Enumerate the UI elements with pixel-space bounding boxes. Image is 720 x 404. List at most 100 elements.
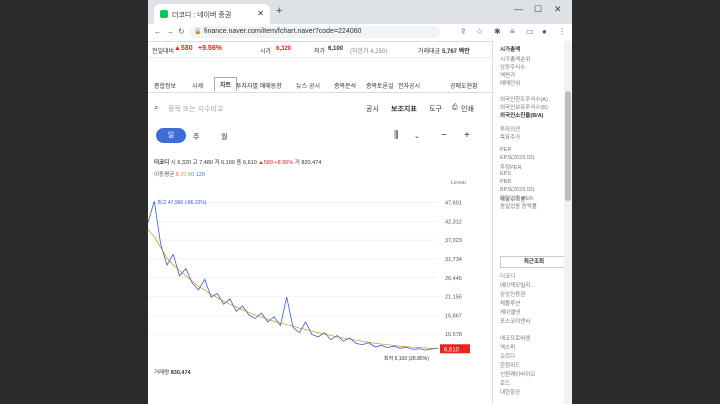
moving-average-legend: 이동평균 5 20 60 120 — [154, 170, 205, 178]
period-selector: 일 주 월 ⫼ ⌄ − + — [148, 127, 492, 145]
maximize-icon[interactable]: ☐ — [534, 4, 542, 15]
url-field[interactable]: 🔒 finance.naver.com/item/fchart.naver?co… — [190, 26, 440, 38]
volume-label: 거래량 830,474 — [154, 368, 191, 376]
y-tick-label: 15,867 — [445, 313, 462, 319]
print-icon[interactable]: ⎙ — [452, 104, 458, 112]
per-row: PBR — [500, 179, 512, 185]
y-tick-label: 37,023 — [445, 238, 462, 244]
extensions-icon[interactable]: ✱ — [494, 27, 501, 36]
open-v: 6,320 — [177, 160, 192, 166]
stock-summary: 전일대비 ▲580 +9.56% 시가 6,320 저가 6,100 (하한가 … — [148, 41, 492, 58]
address-bar: ← → ↻ 🔒 finance.naver.com/item/fchart.na… — [148, 24, 572, 42]
recent-item: 오르다 — [500, 354, 516, 360]
info-row: 매매단위 — [500, 81, 521, 87]
volume-value: 830,474 — [170, 370, 191, 376]
back-icon[interactable]: ← — [154, 27, 162, 36]
per-row: EPS(2023.03) — [500, 155, 535, 161]
notice-button[interactable]: 공시 — [366, 104, 379, 114]
tab-2[interactable]: 차트 — [214, 77, 238, 91]
open-value: 6,320 — [276, 46, 292, 52]
sector-row: 동일업종 등락률 — [500, 204, 537, 210]
print-button[interactable]: 인쇄 — [461, 104, 474, 114]
tab-bar: 더코디 : 네이버 증권 ✕ + — ☐ ✕ — [148, 0, 572, 24]
change-percent: +9.56% — [198, 45, 222, 52]
change-value: ▲580 — [174, 45, 193, 52]
tab-5[interactable]: 종목분석 — [334, 81, 356, 90]
search-icon[interactable]: ⌕ — [154, 103, 158, 113]
menu-list-icon[interactable]: ≡ — [510, 27, 515, 36]
url-text: finance.naver.com/item/fchart.naver?code… — [204, 28, 362, 35]
compare-search-input[interactable]: 종목 또는 지수비교 — [168, 104, 223, 114]
new-tab-button[interactable]: + — [276, 5, 282, 17]
ohlc-info: 더코디 시 6,320 고 7,480 저 6,100 종 6,610 ▲580… — [154, 158, 321, 166]
price-chart[interactable]: 47,601 42,312 37,023 31,734 26,445 21,156 15,8… — [148, 186, 492, 366]
tab-0[interactable]: 종합정보 — [154, 81, 176, 90]
close-window-icon[interactable]: ✕ — [554, 4, 562, 15]
tab-7[interactable]: 전자공시 — [398, 81, 420, 90]
low-v: 6,100 — [221, 160, 235, 166]
high-v: 7,480 — [199, 160, 213, 166]
reload-icon[interactable]: ↻ — [178, 27, 185, 36]
close-v: 6,610 — [242, 160, 257, 166]
recent-item: 케이엘넷 — [500, 310, 521, 316]
close-tab-icon[interactable]: ✕ — [257, 9, 264, 18]
y-tick-label: 42,312 — [445, 219, 462, 225]
volume-title: 거래량 — [154, 370, 170, 376]
close-l: 종 — [236, 160, 242, 166]
invest-row: 목표주가 — [500, 135, 521, 141]
open-l: 시 — [170, 160, 176, 166]
recent-item: 더코디 — [500, 274, 516, 280]
share-icon[interactable]: ⇪ — [460, 27, 467, 36]
stock-name: 더코디 — [154, 160, 170, 166]
per-row: BPS(2023.03) — [500, 187, 535, 193]
tab-6[interactable]: 종목토론실 — [366, 81, 394, 90]
tab-3[interactable]: 투자자별 매매동향 — [236, 81, 282, 90]
zoom-out-icon[interactable]: − — [441, 130, 447, 141]
candle-chart-icon[interactable]: ⫼ — [394, 130, 399, 141]
scrollbar-thumb[interactable] — [565, 91, 571, 201]
recent-item: 신원케이바이오 — [500, 372, 536, 378]
recent-item: 에코프로비엠 — [500, 336, 531, 342]
recent-item: 대한항공 — [500, 390, 521, 396]
period-week-button[interactable]: 주 — [193, 132, 199, 142]
scrollbar[interactable] — [564, 41, 572, 404]
zoom-in-icon[interactable]: + — [464, 130, 470, 141]
per-row: EPS — [500, 171, 512, 177]
recent-item: 상상인증권 — [500, 292, 526, 298]
forward-icon[interactable]: → — [166, 27, 174, 36]
recent-item: 체볼루션 — [500, 301, 521, 307]
y-tick-label: 31,734 — [445, 257, 462, 263]
tab-8[interactable]: 공매도현황 — [450, 81, 478, 90]
foreign-row: 외국인한도주식수(A) — [500, 97, 548, 103]
period-day-button[interactable]: 일 — [156, 128, 186, 143]
tool-button[interactable]: 도구 — [429, 104, 442, 114]
vol-l: 거 — [294, 160, 300, 166]
profile-avatar-icon[interactable]: ● — [542, 27, 547, 36]
period-month-button[interactable]: 월 — [221, 132, 227, 142]
tab-1[interactable]: 시세 — [192, 81, 203, 90]
recent-item: 로드 — [500, 381, 511, 387]
low-label: 저가 — [314, 49, 326, 55]
info-row: 시가총액순위 — [500, 57, 531, 63]
chart-toolbar: ⌕ 종목 또는 지수비교 공시 보조지표 도구 ⎙ 인쇄 — [148, 96, 492, 120]
max-label: 최고 47,966 (-86.22%) — [157, 199, 207, 206]
high-l: 고 — [192, 160, 198, 166]
ma-5: 5 — [175, 172, 179, 178]
kebab-menu-icon[interactable]: ⋮ — [558, 27, 566, 36]
chevron-down-icon[interactable]: ⌄ — [414, 132, 420, 140]
tab-4[interactable]: 뉴스·공시 — [296, 81, 320, 90]
minimize-icon[interactable]: — — [514, 4, 523, 14]
browser-window: 더코디 : 네이버 증권 ✕ + — ☐ ✕ ← → ↻ 🔒 finance.n… — [148, 0, 572, 404]
recent-views-header[interactable]: 최근조회 — [500, 256, 568, 268]
invest-row: 투자의견 — [500, 127, 521, 133]
ma-line — [148, 229, 439, 349]
recent-item: 엑스피 — [500, 345, 516, 351]
recent-item: 포스코이앤씨 — [500, 319, 531, 325]
low-l: 저 — [214, 160, 220, 166]
bookmark-star-icon[interactable]: ☆ — [476, 27, 483, 36]
indicator-button[interactable]: 보조지표 — [391, 104, 417, 114]
sidebar-icon[interactable]: ▭ — [526, 27, 534, 36]
browser-tab[interactable]: 더코디 : 네이버 증권 ✕ — [154, 4, 270, 24]
market-cap-title: 시가총액 — [500, 47, 521, 53]
amount-label: 거래대금 — [418, 49, 441, 55]
